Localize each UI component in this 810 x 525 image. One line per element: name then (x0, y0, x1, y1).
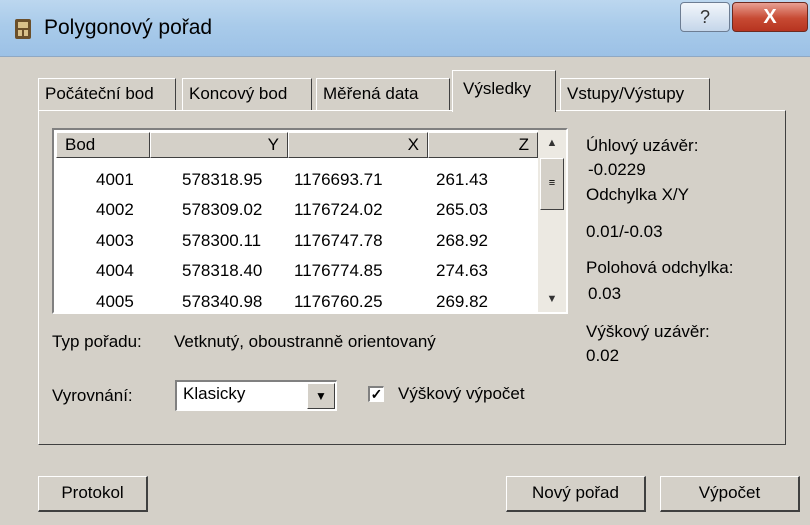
tab-results[interactable]: Výsledky (452, 70, 556, 112)
position-deviation-label: Polohová odchylka: (586, 258, 734, 277)
table-scrollbar[interactable]: ▲ ≡ ▼ (538, 130, 566, 312)
close-button[interactable]: X (732, 2, 808, 32)
height-calculation-label[interactable]: Výškový výpočet (398, 384, 525, 404)
cell-bod: 4001 (96, 170, 134, 189)
tab-end-point[interactable]: Koncový bod (182, 78, 312, 110)
column-header-y[interactable]: Y (150, 132, 288, 158)
height-closure-value: 0.02 (586, 346, 620, 365)
help-button[interactable]: ? (680, 2, 730, 32)
scroll-up-arrow-icon[interactable]: ▲ (538, 130, 566, 156)
scroll-down-arrow-icon[interactable]: ▼ (538, 286, 566, 312)
cell-z: 261.43 (436, 170, 488, 189)
height-closure-label: Výškový uzávěr: (586, 322, 710, 341)
new-traverse-button[interactable]: Nový pořad (506, 476, 646, 512)
column-header-z[interactable]: Z (428, 132, 538, 158)
deviation-xy-value: 0.01/-0.03 (586, 222, 663, 241)
cell-bod: 4003 (96, 231, 134, 250)
calculate-button[interactable]: Výpočet (660, 476, 800, 512)
cell-x: 1176693.71 (294, 170, 383, 189)
column-header-x[interactable]: X (288, 132, 428, 158)
cell-x: 1176724.02 (294, 200, 383, 219)
cell-bod: 4005 (96, 292, 134, 311)
position-deviation-value: 0.03 (588, 284, 622, 303)
tab-measured-data[interactable]: Měřená data (316, 78, 450, 110)
cell-bod: 4004 (96, 261, 134, 280)
cell-z: 269.82 (436, 292, 488, 311)
app-icon (15, 19, 31, 39)
deviation-xy-label: Odchylka X/Y (586, 185, 689, 204)
cell-x: 1176747.78 (294, 231, 383, 250)
cell-z: 274.63 (436, 261, 488, 280)
cell-z: 268.92 (436, 231, 488, 250)
angular-closure-label: Úhlový uzávěr: (586, 136, 699, 155)
cell-y: 578309.02 (182, 200, 263, 219)
cell-y: 578340.98 (182, 292, 263, 311)
cell-x: 1176760.25 (294, 292, 383, 311)
column-header-bod[interactable]: Bod (56, 132, 150, 158)
cell-z: 265.03 (436, 200, 488, 219)
results-table: Bod Y X Z 4001 578318.95 1176693.71 261.… (52, 128, 568, 314)
traverse-type-label: Typ pořadu: (52, 332, 142, 351)
cell-x: 1176774.85 (294, 261, 383, 280)
chevron-down-icon[interactable]: ▼ (307, 383, 335, 409)
cell-y: 578300.11 (182, 231, 262, 250)
cell-bod: 4002 (96, 200, 134, 219)
window-title: Polygonový pořad (44, 16, 213, 39)
adjustment-select-value: Klasicky (183, 384, 246, 403)
title-bar: Polygonový pořad ? X (0, 0, 810, 57)
scroll-thumb[interactable]: ≡ (540, 158, 564, 210)
polygon-traverse-window: Polygonový pořad ? X Počáteční bod Konco… (0, 0, 810, 525)
adjustment-label: Vyrovnání: (52, 386, 133, 405)
traverse-type-value: Vetknutý, oboustranně orientovaný (174, 332, 436, 351)
tab-inputs-outputs[interactable]: Vstupy/Výstupy (560, 78, 710, 110)
cell-y: 578318.40 (182, 261, 263, 280)
tab-start-point[interactable]: Počáteční bod (38, 78, 176, 110)
cell-y: 578318.95 (182, 170, 263, 189)
adjustment-select[interactable]: Klasicky ▼ (175, 380, 337, 411)
angular-closure-value: -0.0229 (588, 160, 646, 179)
height-calculation-checkbox[interactable]: ✓ (368, 386, 384, 402)
protocol-button[interactable]: Protokol (38, 476, 148, 512)
